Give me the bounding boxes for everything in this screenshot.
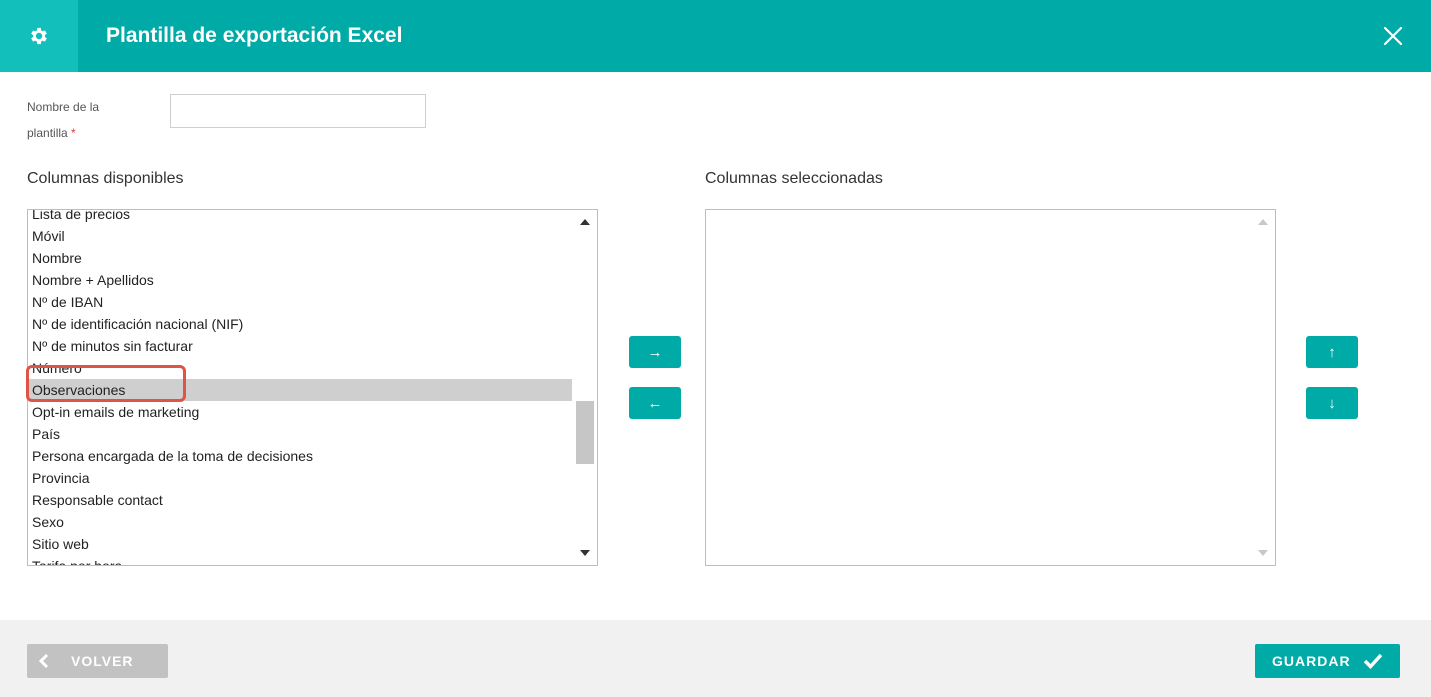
list-item[interactable]: Nombre + Apellidos	[28, 269, 572, 291]
template-name-label-line1: Nombre de la	[27, 100, 100, 114]
list-item[interactable]: Persona encargada de la toma de decision…	[28, 445, 572, 467]
dialog-title: Plantilla de exportación Excel	[106, 24, 403, 47]
list-item[interactable]: País	[28, 423, 572, 445]
dialog-footer	[0, 620, 1431, 697]
scroll-down-arrow-icon[interactable]	[572, 541, 597, 565]
chevron-left-icon	[39, 654, 49, 668]
scrollbar-thumb[interactable]	[576, 401, 594, 464]
list-item[interactable]: Nombre	[28, 247, 572, 269]
add-column-button[interactable]: →	[629, 336, 681, 368]
save-button-label: GUARDAR	[1272, 653, 1351, 669]
list-item[interactable]: Opt-in emails de marketing	[28, 401, 572, 423]
move-up-button[interactable]: ↑	[1306, 336, 1358, 368]
list-item[interactable]: Provincia	[28, 467, 572, 489]
selected-columns-list[interactable]	[705, 209, 1276, 566]
list-item[interactable]: Lista de precios	[28, 210, 572, 225]
list-item[interactable]: Nº de IBAN	[28, 291, 572, 313]
scroll-up-arrow-icon[interactable]	[572, 210, 597, 234]
list-item[interactable]: Observaciones	[28, 379, 572, 401]
back-button-label: VOLVER	[71, 653, 134, 669]
available-columns-list[interactable]: Lista de precios Móvil Nombre Nombre + Apel…	[27, 209, 598, 566]
check-icon	[1363, 653, 1383, 669]
list-item[interactable]: Móvil	[28, 225, 572, 247]
list-item[interactable]: Sitio web	[28, 533, 572, 555]
gear-icon	[0, 0, 78, 72]
list-item[interactable]: Responsable contact	[28, 489, 572, 511]
list-item[interactable]: Nº de minutos sin facturar	[28, 335, 572, 357]
selected-scrollbar[interactable]	[1250, 210, 1275, 565]
move-down-button[interactable]: ↓	[1306, 387, 1358, 419]
list-item[interactable]: Sexo	[28, 511, 572, 533]
scroll-down-arrow-icon[interactable]	[1250, 541, 1275, 565]
list-item[interactable]: Nº de identificación nacional (NIF)	[28, 313, 572, 335]
close-icon[interactable]	[1375, 18, 1411, 54]
scroll-up-arrow-icon[interactable]	[1250, 210, 1275, 234]
template-name-label: Nombre de la plantilla *	[27, 96, 157, 144]
save-button[interactable]: GUARDAR	[1255, 644, 1400, 678]
remove-column-button[interactable]: ←	[629, 387, 681, 419]
back-button[interactable]: VOLVER	[27, 644, 168, 678]
list-item[interactable]: Número	[28, 357, 572, 379]
available-columns-title: Columnas disponibles	[27, 170, 184, 187]
template-name-label-line2: plantilla	[27, 126, 68, 140]
template-name-input[interactable]	[170, 94, 426, 128]
list-item[interactable]: Tarifa por hora	[28, 555, 572, 565]
selected-columns-title: Columnas seleccionadas	[705, 170, 883, 187]
available-items: Lista de precios Móvil Nombre Nombre + Apel…	[28, 210, 572, 565]
available-scrollbar[interactable]	[572, 210, 597, 565]
required-mark: *	[71, 126, 76, 140]
dialog-header: Plantilla de exportación Excel	[0, 0, 1431, 72]
